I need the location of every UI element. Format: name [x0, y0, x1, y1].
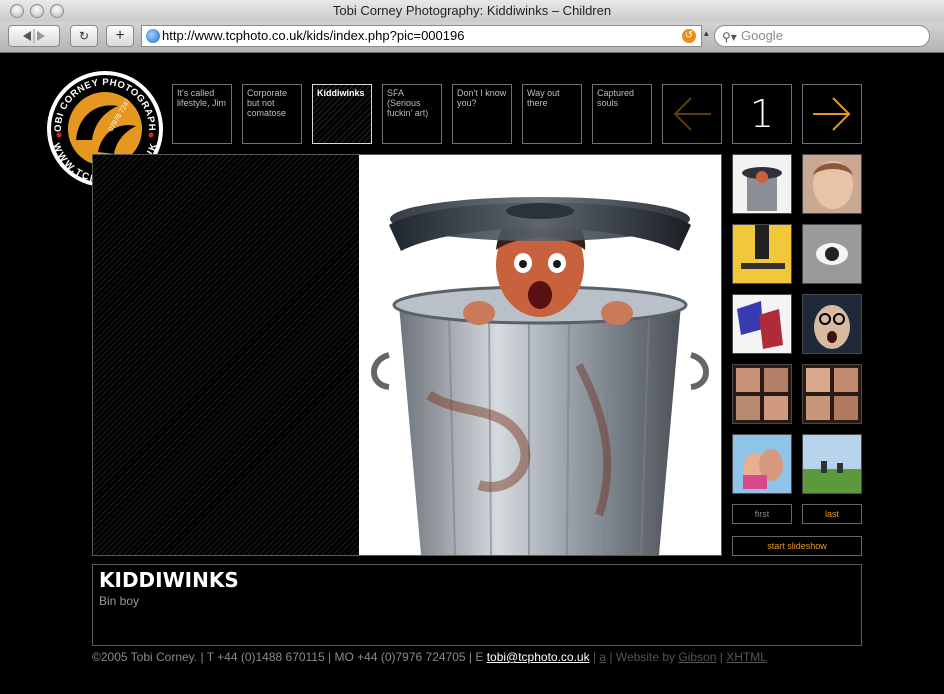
- bin-boy-photo: [371, 197, 709, 555]
- add-bookmark-button[interactable]: +: [106, 25, 134, 47]
- gibson-link[interactable]: Gibson: [678, 650, 716, 664]
- back-forward-buttons[interactable]: [8, 25, 60, 47]
- svg-text:TOBI CORNEY PHOTOGRAPHY: TOBI CORNEY PHOTOGRAPHY: [47, 71, 157, 132]
- thumbnail-2[interactable]: [802, 154, 862, 214]
- window-title: Tobi Corney Photography: Kiddiwinks – Ch…: [332, 3, 612, 18]
- nav-item-way-out-there[interactable]: Way out there: [522, 84, 582, 144]
- logo-top-text: TOBI CORNEY PHOTOGRAPHY: [47, 71, 156, 132]
- rss-icon[interactable]: ↺: [682, 29, 696, 43]
- nav-item-captured-souls[interactable]: Captured souls: [592, 84, 652, 144]
- thumbnail-5[interactable]: [732, 294, 792, 354]
- nav-item-lifestyle[interactable]: It's called lifestyle, Jim: [172, 84, 232, 144]
- photo-caption: Bin boy: [99, 594, 140, 608]
- thumbnail-4[interactable]: [802, 224, 862, 284]
- footer-contact-text: ©2005 Tobi Corney. | T +44 (0)1488 67011…: [92, 650, 487, 664]
- url-dropdown-icon[interactable]: ▴: [704, 28, 709, 39]
- nav-item-kiddiwinks[interactable]: Kiddiwinks: [312, 84, 372, 144]
- url-text: http://www.tcphoto.co.uk/kids/index.php?…: [162, 28, 465, 43]
- reload-icon: ↻: [78, 29, 90, 43]
- thumbnail-1-selected[interactable]: [732, 154, 792, 214]
- nav-item-sfa[interactable]: SFA (Serious fuckin' art): [382, 84, 442, 144]
- browser-toolbar: ↻ + http://www.tcphoto.co.uk/kids/index.…: [0, 22, 944, 53]
- caption-box: KIDDIWINKS Bin boy: [92, 564, 862, 646]
- minimize-window-button[interactable]: [30, 4, 44, 18]
- arrow-left-icon: [673, 97, 711, 131]
- logo-dot-right: [148, 132, 154, 138]
- first-button[interactable]: first: [732, 504, 792, 524]
- window-titlebar: Tobi Corney Photography: Kiddiwinks – Ch…: [0, 0, 944, 22]
- thumbnail-6[interactable]: [802, 294, 862, 354]
- prev-page-button[interactable]: [662, 84, 722, 144]
- thumbnail-3[interactable]: [732, 224, 792, 284]
- logo-dot-left: [56, 132, 62, 138]
- close-window-button[interactable]: [10, 4, 24, 18]
- page-number: 1: [732, 84, 792, 144]
- main-photo: [359, 155, 721, 555]
- next-page-button[interactable]: [802, 84, 862, 144]
- zoom-window-button[interactable]: [50, 4, 64, 18]
- nav-item-dont-i-know-you[interactable]: Don't I know you?: [452, 84, 512, 144]
- xhtml-link[interactable]: XHTML: [726, 650, 767, 664]
- photo-stage: [92, 154, 722, 556]
- thumbnail-7[interactable]: [732, 364, 792, 424]
- address-bar[interactable]: http://www.tcphoto.co.uk/kids/index.php?…: [141, 25, 702, 47]
- thumbnail-9[interactable]: [732, 434, 792, 494]
- footer: ©2005 Tobi Corney. | T +44 (0)1488 67011…: [92, 650, 767, 664]
- globe-icon: [146, 29, 160, 43]
- thumbnail-8[interactable]: [802, 364, 862, 424]
- thumbnail-10[interactable]: [802, 434, 862, 494]
- stage-pattern: [93, 155, 359, 555]
- search-input[interactable]: ⚲▾ Google: [714, 25, 930, 47]
- search-placeholder: Google: [741, 28, 783, 43]
- last-button[interactable]: last: [802, 504, 862, 524]
- plus-icon: +: [115, 27, 125, 44]
- reload-button[interactable]: ↻: [70, 25, 98, 47]
- search-icon: ⚲▾: [722, 30, 737, 44]
- start-slideshow-button[interactable]: start slideshow: [732, 536, 862, 556]
- back-forward-icon: [23, 29, 45, 43]
- nav-item-corporate[interactable]: Corporate but not comatose: [242, 84, 302, 144]
- gallery-title: KIDDIWINKS: [99, 568, 239, 592]
- page-content: 07976 724705 TOBI CORNEY PHOTOGRAPHY WWW…: [0, 54, 944, 694]
- arrow-right-icon: [813, 97, 851, 131]
- email-link[interactable]: tobi@tcphoto.co.uk: [487, 650, 590, 664]
